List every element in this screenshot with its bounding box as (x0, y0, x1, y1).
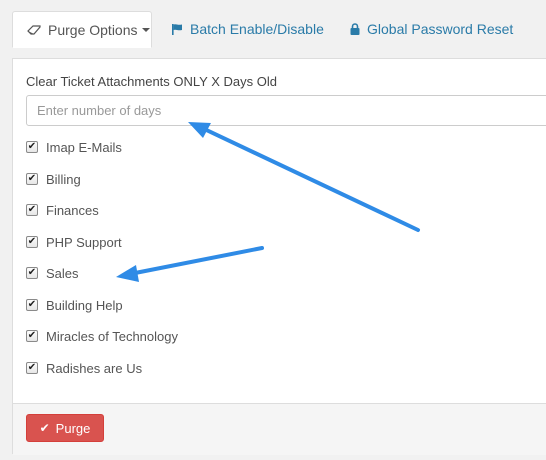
tab-bar: Purge Options Batch Enable/Disable Globa… (0, 0, 546, 48)
check-icon: ✔ (39, 421, 50, 435)
department-label: Billing (46, 171, 81, 187)
department-checkbox-building-help[interactable]: ✔ Building Help (26, 296, 123, 314)
purge-options-panel: Clear Ticket Attachments ONLY X Days Old… (12, 58, 546, 455)
department-label: Finances (46, 202, 99, 218)
tab-batch-enable-disable-label: Batch Enable/Disable (190, 21, 324, 37)
eraser-icon (27, 24, 41, 35)
tab-global-password-reset[interactable]: Global Password Reset (350, 11, 513, 47)
tab-batch-enable-disable[interactable]: Batch Enable/Disable (171, 11, 324, 47)
tab-global-password-reset-label: Global Password Reset (367, 21, 514, 37)
department-label: Imap E-Mails (46, 139, 122, 155)
chevron-down-icon (141, 27, 150, 32)
flag-icon (171, 23, 183, 35)
purge-settings-view: Purge Options Batch Enable/Disable Globa… (0, 0, 546, 460)
department-label: Sales (46, 265, 79, 281)
department-checkbox-radishes-are-us[interactable]: ✔ Radishes are Us (26, 359, 142, 377)
days-input[interactable] (26, 95, 546, 126)
checkbox-checked-icon[interactable]: ✔ (26, 173, 38, 185)
checkbox-checked-icon[interactable]: ✔ (26, 299, 38, 311)
checkbox-checked-icon[interactable]: ✔ (26, 267, 38, 279)
department-label: Radishes are Us (46, 360, 143, 376)
department-label: PHP Support (46, 234, 122, 250)
department-label: Building Help (46, 297, 123, 313)
panel-footer: ✔ Purge (13, 403, 546, 455)
tab-purge-options-label: Purge Options (48, 21, 138, 38)
department-checkbox-billing[interactable]: ✔ Billing (26, 170, 81, 188)
department-label: Miracles of Technology (46, 328, 178, 344)
checkbox-checked-icon[interactable]: ✔ (26, 236, 38, 248)
checkbox-checked-icon[interactable]: ✔ (26, 362, 38, 374)
purge-button-label: Purge (55, 420, 91, 436)
purge-button[interactable]: ✔ Purge (26, 414, 104, 442)
checkbox-checked-icon[interactable]: ✔ (26, 141, 38, 153)
department-checkbox-finances[interactable]: ✔ Finances (26, 201, 99, 219)
department-checkbox-imap-emails[interactable]: ✔ Imap E-Mails (26, 138, 122, 156)
department-checkbox-miracles-of-technology[interactable]: ✔ Miracles of Technology (26, 327, 178, 345)
checkbox-checked-icon[interactable]: ✔ (26, 330, 38, 342)
department-checkbox-php-support[interactable]: ✔ PHP Support (26, 233, 122, 251)
checkbox-checked-icon[interactable]: ✔ (26, 204, 38, 216)
lock-icon (350, 23, 360, 35)
tab-purge-options[interactable]: Purge Options (12, 11, 152, 48)
days-field-label: Clear Ticket Attachments ONLY X Days Old (26, 74, 277, 89)
department-checkbox-sales[interactable]: ✔ Sales (26, 264, 79, 282)
